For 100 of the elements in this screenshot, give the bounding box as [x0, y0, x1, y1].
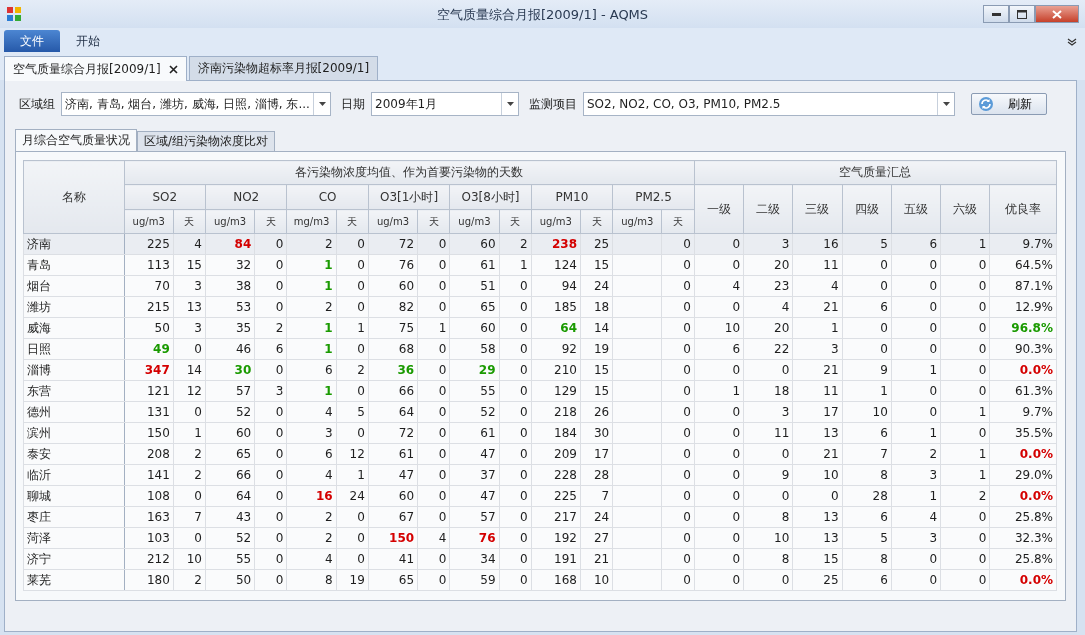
table-cell: 25: [593, 237, 610, 251]
table-cell: 0: [683, 468, 691, 482]
table-cell: 0: [520, 447, 528, 461]
row-name[interactable]: 莱芜: [27, 572, 51, 587]
table-cell: 0: [357, 552, 365, 566]
table-cell: 2: [275, 321, 284, 335]
table-cell: 1: [324, 342, 333, 356]
dropdown-field[interactable]: 济南, 青岛, 烟台, 潍坊, 威海, 日照, 淄博, 东...: [61, 92, 331, 116]
document-tab[interactable]: 空气质量综合月报[2009/1]: [4, 56, 187, 81]
table-cell: 0: [978, 258, 987, 272]
table-cell: 30: [593, 426, 610, 440]
row-name[interactable]: 泰安: [27, 446, 51, 461]
table-cell: 64.5%: [1014, 258, 1053, 272]
minimize-button[interactable]: [983, 5, 1009, 23]
table-cell: 53: [235, 300, 252, 314]
refresh-button[interactable]: 刷新: [971, 93, 1047, 115]
table-cell: 66: [398, 384, 415, 398]
table-cell: 1: [732, 384, 741, 398]
table-cell: 225: [554, 489, 577, 503]
table-cell: 9: [880, 363, 888, 377]
row-name[interactable]: 聊城: [27, 488, 51, 503]
table-cell: 2: [194, 573, 202, 587]
close-button[interactable]: [1035, 5, 1079, 23]
table-cell: 0: [438, 405, 447, 419]
column-header: 各污染物浓度均值、作为首要污染物的天数: [124, 160, 695, 185]
row-name[interactable]: 菏泽: [27, 530, 51, 545]
table-cell: 0: [929, 258, 938, 272]
row-name[interactable]: 潍坊: [27, 299, 51, 314]
document-tab[interactable]: 济南污染物超标率月报[2009/1]: [188, 56, 379, 80]
table-cell: 10: [186, 552, 202, 566]
row-name[interactable]: 济宁: [27, 551, 51, 566]
table-cell: 0: [438, 552, 447, 566]
table-cell: 20: [774, 321, 790, 335]
row-name[interactable]: 济南: [27, 236, 51, 251]
table-cell: 0: [357, 258, 365, 272]
table-cell: 0: [438, 468, 447, 482]
table-cell: 0: [438, 342, 447, 356]
table-cell: 34: [480, 552, 496, 566]
table-cell: 50: [154, 321, 170, 335]
table-cell: 0: [978, 342, 987, 356]
table-cell: 180: [146, 573, 170, 587]
table-cell: 0: [929, 384, 938, 398]
dropdown-field[interactable]: 2009年1月: [371, 92, 519, 116]
table-cell: 0: [732, 573, 741, 587]
table-cell: 41: [398, 552, 415, 566]
table-cell: 64: [235, 489, 252, 503]
table-cell: 58: [480, 342, 496, 356]
table-cell: 0: [781, 573, 790, 587]
table-cell: 0: [275, 300, 284, 314]
table-cell: 0: [929, 573, 938, 587]
table-cell: 35: [235, 321, 252, 335]
table-cell: 84: [234, 237, 252, 251]
table-cell: 0: [732, 468, 741, 482]
table-cell: 52: [235, 405, 252, 419]
table-cell: 0: [781, 363, 790, 377]
dropdown-field[interactable]: SO2, NO2, CO, O3, PM10, PM2.5: [583, 92, 955, 116]
field-label: 区域组: [19, 95, 55, 113]
view-tab[interactable]: 月综合空气质量状况: [15, 129, 137, 151]
table-cell: 0: [357, 510, 365, 524]
column-header: O3[1小时]: [368, 184, 450, 210]
table-cell: 0: [520, 489, 528, 503]
table-cell: 141: [146, 468, 170, 482]
row-name[interactable]: 滨州: [27, 425, 51, 440]
table-cell: 43: [235, 510, 252, 524]
table-cell: 4: [438, 531, 447, 545]
table-cell: 10: [774, 531, 790, 545]
table-cell: 2: [520, 237, 528, 251]
maximize-button[interactable]: [1009, 5, 1035, 23]
table-cell: 6: [880, 573, 888, 587]
table-cell: 47: [398, 468, 415, 482]
table-cell: 0: [357, 384, 365, 398]
table-cell: 218: [554, 405, 577, 419]
table-cell: 0: [880, 258, 888, 272]
row-name[interactable]: 枣庄: [27, 509, 51, 524]
table-cell: 11: [823, 384, 839, 398]
row-name[interactable]: 临沂: [27, 467, 51, 482]
table-cell: 0: [732, 552, 741, 566]
table-cell: 0: [520, 531, 528, 545]
row-name[interactable]: 德州: [27, 404, 51, 419]
table-cell: 0: [275, 573, 284, 587]
row-name[interactable]: 东营: [27, 383, 51, 398]
row-name[interactable]: 威海: [27, 320, 51, 335]
ribbon-tab[interactable]: 开始: [60, 30, 116, 52]
row-name[interactable]: 青岛: [27, 257, 51, 272]
table-cell: 0: [275, 363, 284, 377]
table-cell: 21: [823, 363, 839, 377]
table-cell: 2: [325, 300, 333, 314]
table-cell: 25: [823, 573, 839, 587]
column-header: 六级: [940, 184, 990, 234]
table-cell: 2: [325, 510, 333, 524]
table-cell: 0.0%: [1019, 447, 1053, 461]
view-tab[interactable]: 区域/组污染物浓度比对: [137, 131, 276, 151]
table-cell: 0: [978, 300, 987, 314]
row-name[interactable]: 日照: [27, 341, 51, 356]
table-cell: 67: [398, 510, 415, 524]
row-name[interactable]: 淄博: [27, 362, 51, 377]
table-cell: 3: [929, 468, 938, 482]
ribbon-tab[interactable]: 文件: [4, 30, 60, 52]
table-cell: 19: [349, 573, 365, 587]
row-name[interactable]: 烟台: [27, 278, 51, 293]
